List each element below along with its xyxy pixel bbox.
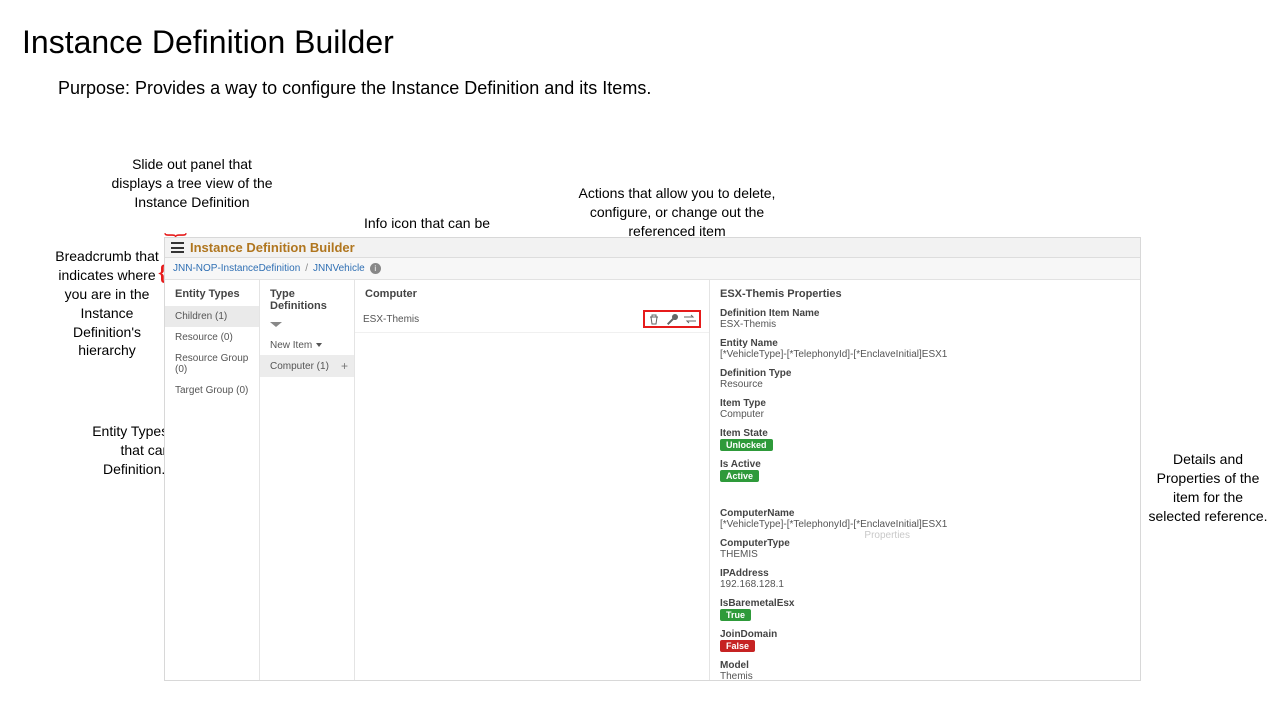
hamburger-icon[interactable] — [171, 242, 184, 253]
prop-value: Themis — [720, 671, 1130, 680]
prop-value: [*VehicleType]-[*TelephonyId]-[*EnclaveI… — [720, 519, 1130, 530]
callout-tree-panel: Slide out panel that displays a tree vie… — [107, 155, 277, 212]
prop-value: THEMIS — [720, 549, 1130, 560]
prop-value: Resource — [720, 379, 1130, 390]
prop-value: ESX-Themis — [720, 319, 1130, 330]
entity-types-header: Entity Types — [165, 280, 259, 306]
info-icon[interactable]: i — [370, 263, 381, 274]
app-body: Entity Types Children (1) Resource (0) R… — [165, 280, 1140, 680]
breadcrumb: JNN-NOP-InstanceDefinition / JNNVehicle … — [165, 258, 1140, 280]
type-definitions-header: Type Definitions — [260, 280, 354, 318]
properties-header: ESX-Themis Properties — [710, 280, 1140, 306]
breadcrumb-link[interactable]: JNN-NOP-InstanceDefinition — [173, 263, 300, 274]
prop-label: Model — [720, 660, 1130, 671]
swap-icon[interactable] — [684, 313, 696, 325]
prop-label: Is Active — [720, 459, 1130, 470]
brace-icon: } — [163, 232, 189, 237]
slide-subtitle: Purpose: Provides a way to configure the… — [58, 78, 651, 99]
chevron-down-icon — [316, 343, 322, 347]
status-badge: Active — [720, 470, 759, 482]
status-badge: Unlocked — [720, 439, 773, 451]
type-definition-label: Computer (1) — [270, 361, 329, 372]
prop-label: JoinDomain — [720, 629, 1130, 640]
prop-label: ComputerType — [720, 538, 1130, 549]
type-definitions-panel: Type Definitions New Item Computer (1) + — [260, 280, 355, 680]
breadcrumb-separator: / — [305, 263, 308, 274]
app-header: Instance Definition Builder — [165, 238, 1140, 258]
app-title: Instance Definition Builder — [190, 240, 355, 255]
prop-value: Computer — [720, 409, 1130, 420]
callout-props: Details and Properties of the item for t… — [1148, 450, 1268, 526]
callout-actions: Actions that allow you to delete, config… — [572, 184, 782, 241]
entity-type-item[interactable]: Resource (0) — [165, 327, 259, 348]
referenced-items-header: Computer — [355, 280, 709, 306]
item-actions — [643, 310, 701, 328]
prop-label: Definition Item Name — [720, 308, 1130, 319]
new-item-dropdown[interactable]: New Item — [260, 336, 354, 355]
status-badge: False — [720, 640, 755, 652]
properties-panel: ESX-Themis Properties Definition Item Na… — [710, 280, 1140, 680]
app-window: Instance Definition Builder JNN-NOP-Inst… — [165, 238, 1140, 680]
prop-label: Entity Name — [720, 338, 1130, 349]
prop-label: ComputerName — [720, 508, 1130, 519]
entity-types-panel: Entity Types Children (1) Resource (0) R… — [165, 280, 260, 680]
status-badge: True — [720, 609, 751, 621]
entity-type-item[interactable]: Children (1) — [165, 306, 259, 327]
wrench-icon[interactable] — [666, 313, 678, 325]
new-item-label: New Item — [270, 340, 312, 351]
prop-label: IsBaremetalEsx — [720, 598, 1130, 609]
breadcrumb-link[interactable]: JNNVehicle — [313, 263, 365, 274]
type-definition-item[interactable]: Computer (1) + — [260, 355, 354, 377]
prop-label: IPAddress — [720, 568, 1130, 579]
entity-type-item[interactable]: Resource Group (0) — [165, 348, 259, 380]
prop-value: 192.168.128.1 — [720, 579, 1130, 590]
referenced-item-label: ESX-Themis — [363, 314, 419, 325]
filter-icon[interactable] — [270, 322, 282, 332]
prop-label: Definition Type — [720, 368, 1130, 379]
callout-breadcrumb: Breadcrumb that indicates where you are … — [52, 247, 162, 360]
referenced-items-panel: Computer ESX-Themis — [355, 280, 710, 680]
prop-label: Item Type — [720, 398, 1130, 409]
prop-label: Item State — [720, 428, 1130, 439]
trash-icon[interactable] — [648, 313, 660, 325]
referenced-item-row[interactable]: ESX-Themis — [355, 306, 709, 333]
slide-title: Instance Definition Builder — [22, 24, 394, 61]
entity-type-item[interactable]: Target Group (0) — [165, 380, 259, 401]
prop-value: [*VehicleType]-[*TelephonyId]-[*EnclaveI… — [720, 349, 1130, 360]
plus-icon[interactable]: + — [341, 359, 348, 373]
